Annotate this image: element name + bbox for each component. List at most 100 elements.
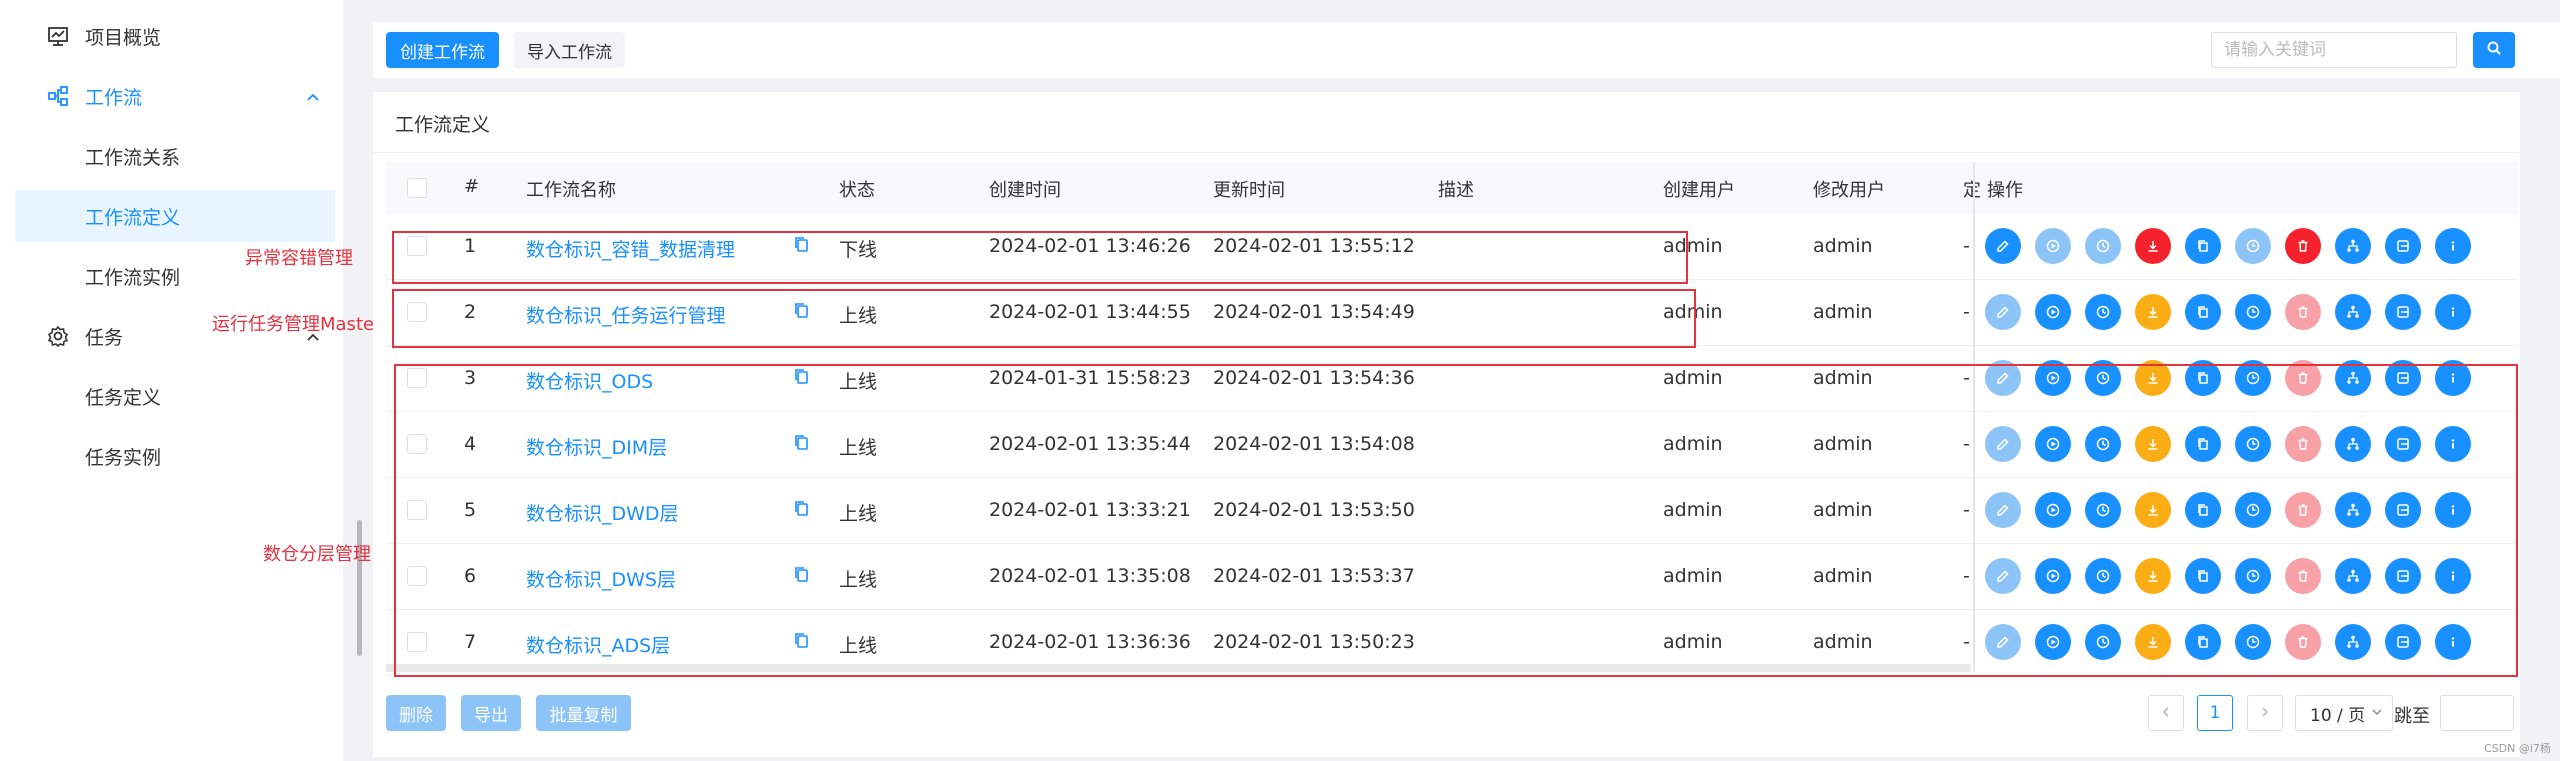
op-copy-button[interactable] [2185, 228, 2221, 264]
row-modifier: admin [1813, 301, 1873, 323]
jump-label: 跳至 [2394, 706, 2430, 727]
jump-page-input[interactable] [2440, 695, 2514, 731]
search-button[interactable] [2473, 32, 2515, 68]
table-header: # 工作流名称 状态 创建时间 更新时间 描述 创建用户 修改用户 定 操作 [386, 162, 2518, 214]
page-size-value: 10 / 页 [2310, 705, 2366, 726]
sidebar-item-task-definition[interactable]: 任务定义 [0, 370, 336, 422]
monitor-chart-icon [46, 24, 70, 48]
chevron-down-icon [2371, 703, 2383, 723]
highlight-box-fault [392, 231, 1688, 284]
delete-icon [2298, 306, 2308, 318]
import-workflow-button[interactable]: 导入工作流 [514, 32, 625, 68]
op-download-button[interactable] [2135, 228, 2171, 264]
info-icon [2451, 307, 2455, 317]
tree-icon [2347, 239, 2359, 252]
timing-icon [2096, 239, 2110, 253]
op-delete-button[interactable] [2285, 228, 2321, 264]
op-edit-button[interactable] [1985, 228, 2021, 264]
op-run-button[interactable] [2035, 294, 2071, 330]
workflow-definition-panel: 工作流定义 # 工作流名称 状态 创建时间 更新时间 描述 创建用户 修改用户 … [373, 92, 2520, 757]
op-delete-button[interactable] [2285, 294, 2321, 330]
gear-icon [46, 324, 70, 348]
chevron-up-icon [305, 88, 321, 104]
op-timing-button[interactable] [2085, 294, 2121, 330]
create-workflow-button[interactable]: 创建工作流 [386, 32, 499, 68]
copy-icon [2198, 306, 2208, 318]
highlight-box-master [392, 289, 1696, 348]
sidebar-item-label: 任务实例 [85, 446, 162, 469]
op-clock-button[interactable] [2235, 294, 2271, 330]
clock-icon [2246, 305, 2260, 319]
header-modifier: 修改用户 [1813, 180, 1885, 201]
run-icon [2046, 305, 2060, 319]
select-all-checkbox[interactable] [407, 178, 427, 198]
op-copy-button[interactable] [2185, 294, 2221, 330]
annotation-fault-tolerance: 异常容错管理 [245, 248, 353, 269]
op-tree-button[interactable] [2335, 228, 2371, 264]
sidebar-item-workflow[interactable]: 工作流 [0, 70, 336, 122]
divider [373, 152, 2520, 153]
info-icon [2451, 241, 2455, 251]
row-timing: - [1963, 301, 1970, 323]
chevron-right-icon [2259, 703, 2271, 723]
header-desc: 描述 [1438, 180, 1474, 201]
op-run-button[interactable] [2035, 228, 2071, 264]
export-icon [2397, 306, 2409, 318]
run-icon [2046, 239, 2060, 253]
op-tree-button[interactable] [2335, 294, 2371, 330]
tree-icon [2347, 305, 2359, 318]
op-info-button[interactable] [2435, 294, 2471, 330]
sidebar-item-label: 工作流实例 [85, 266, 181, 289]
sidebar-item-task-instance[interactable]: 任务实例 [0, 430, 336, 482]
panel-title: 工作流定义 [395, 114, 491, 136]
page-size-select[interactable]: 10 / 页 [2295, 695, 2393, 731]
clock-icon [2246, 239, 2260, 253]
sidebar-item-workflow-definition[interactable]: 工作流定义 [15, 190, 335, 242]
op-export-button[interactable] [2385, 294, 2421, 330]
page-1-button[interactable]: 1 [2197, 695, 2233, 731]
toolbar: 创建工作流 导入工作流 [373, 22, 2560, 78]
header-ops: 操作 [1987, 176, 2043, 202]
copy-icon [2198, 240, 2208, 252]
chevron-left-icon [2160, 703, 2172, 723]
annotation-master: 运行任务管理Master [212, 314, 382, 335]
op-info-button[interactable] [2435, 228, 2471, 264]
edit-icon [1997, 306, 2009, 318]
delete-icon [2298, 240, 2308, 252]
download-icon [2148, 241, 2158, 252]
header-created: 创建时间 [989, 180, 1061, 201]
sidebar-item-label: 项目概览 [85, 26, 162, 49]
sidebar-item-label: 任务 [85, 326, 124, 349]
next-page-button[interactable] [2247, 695, 2283, 731]
op-edit-button[interactable] [1985, 294, 2021, 330]
workflow-icon [46, 84, 70, 108]
header-index: # [464, 176, 480, 197]
sidebar-item-label: 工作流定义 [85, 206, 181, 229]
op-clock-button[interactable] [2235, 228, 2271, 264]
search-icon [2486, 40, 2502, 60]
delete-button[interactable]: 删除 [386, 695, 446, 731]
op-download-button[interactable] [2135, 294, 2171, 330]
export-icon [2397, 240, 2409, 252]
watermark: CSDN @i7杨 [2484, 742, 2551, 755]
export-button[interactable]: 导出 [461, 695, 521, 731]
highlight-box-layers [394, 364, 2518, 677]
prev-page-button[interactable] [2148, 695, 2184, 731]
header-updated: 更新时间 [1213, 180, 1285, 201]
op-timing-button[interactable] [2085, 228, 2121, 264]
sidebar: 项目概览 工作流 工作流关系 工作流定义 工作流实例 任务 任务定义 任务实例 [0, 0, 343, 761]
header-status: 状态 [839, 180, 875, 201]
sidebar-item-label: 工作流 [85, 86, 143, 109]
sidebar-item-label: 任务定义 [85, 386, 162, 409]
row-timing: - [1963, 235, 1970, 257]
sidebar-item-project-overview[interactable]: 项目概览 [0, 10, 336, 62]
search-input[interactable] [2211, 32, 2457, 68]
op-export-button[interactable] [2385, 228, 2421, 264]
header-timing: 定 [1963, 180, 1981, 201]
header-name: 工作流名称 [526, 180, 616, 201]
sidebar-item-workflow-relation[interactable]: 工作流关系 [0, 130, 336, 182]
timing-icon [2096, 305, 2110, 319]
header-creator: 创建用户 [1663, 180, 1735, 201]
download-icon [2148, 307, 2158, 318]
batch-copy-button[interactable]: 批量复制 [536, 695, 631, 731]
